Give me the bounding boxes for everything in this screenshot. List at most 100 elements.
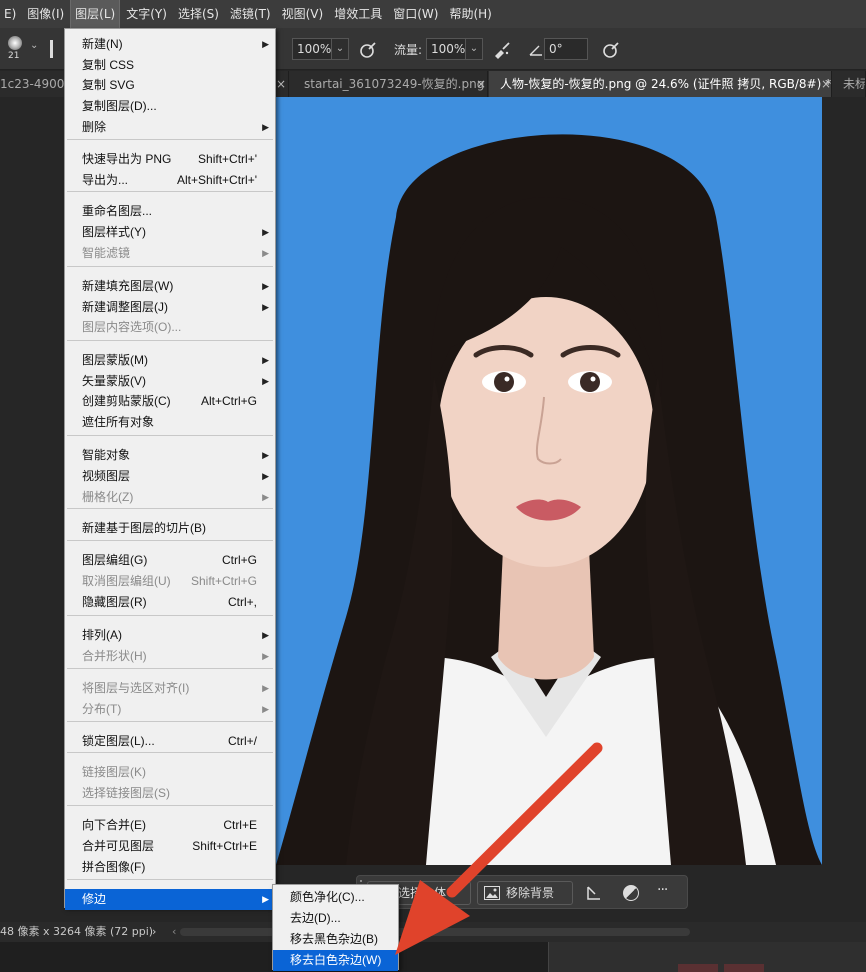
pressure-opacity-icon[interactable]	[358, 40, 378, 60]
menu-item-label: 合并形状(H)	[82, 649, 147, 663]
menu-item[interactable]: 图层样式(Y) ▶	[65, 222, 275, 243]
angle-input[interactable]: 0°	[544, 38, 588, 60]
menu-item[interactable]: 增效工具	[330, 0, 386, 28]
menu-item: 合并形状(H) ▶	[65, 646, 275, 667]
submenu-item[interactable]: 移去黑色杂边(B)	[273, 929, 398, 950]
menu-item-remove-white-matte[interactable]: 移去白色杂边(W)	[273, 950, 398, 971]
tab-label: 人物-恢复的-恢复的.png @ 24.6% (证件照 拷贝, RGB/8#) …	[500, 77, 832, 91]
submenu-item[interactable]: 颜色净化(C)...	[273, 887, 398, 908]
menu-item-shortcut: Ctrl+E	[223, 818, 257, 832]
menu-item[interactable]: 创建剪贴蒙版(C) Alt+Ctrl+G	[65, 391, 275, 412]
transform-icon[interactable]	[585, 884, 603, 902]
menu-item[interactable]: 新建填充图层(W) ▶	[65, 276, 275, 297]
panel-button[interactable]	[678, 964, 718, 972]
flow-dropdown[interactable]: ⌄	[465, 38, 483, 60]
menu-item-label: 智能对象	[82, 448, 131, 462]
panel-area	[0, 942, 866, 972]
tab-document-2[interactable]: startai_361073249-恢复的.png ×	[290, 71, 488, 97]
close-icon[interactable]: ×	[476, 71, 486, 97]
horizontal-scrollbar[interactable]	[180, 928, 690, 936]
menu-item[interactable]: 复制 CSS	[65, 55, 275, 76]
close-icon[interactable]: ×	[821, 71, 831, 97]
menu-item[interactable]: 遮住所有对象	[65, 412, 275, 433]
document-canvas[interactable]	[276, 97, 822, 865]
menu-item[interactable]: 新建调整图层(J) ▶	[65, 297, 275, 318]
menu-item[interactable]: 排列(A) ▶	[65, 625, 275, 646]
menu-item[interactable]: 拼合图像(F)	[65, 857, 275, 878]
menu-item[interactable]: 智能对象 ▶	[65, 445, 275, 466]
tab-document-4[interactable]: 未标	[833, 71, 866, 97]
menu-item[interactable]: 滤镜(T)	[226, 0, 275, 28]
remove-background-button[interactable]: 移除背景	[477, 881, 573, 905]
adjustment-icon[interactable]	[623, 885, 639, 901]
menu-item[interactable]: 复制 SVG	[65, 75, 275, 96]
menu-item-shortcut: Ctrl+,	[227, 595, 257, 609]
menu-item-label: 复制图层(D)...	[82, 99, 157, 113]
menu-item[interactable]: 文字(Y)	[122, 0, 171, 28]
menu-separator	[67, 615, 273, 616]
status-expand-chevron[interactable]: ›	[152, 922, 156, 942]
menu-item[interactable]: 锁定图层(L)... Ctrl+/	[65, 731, 275, 752]
menu-item-shortcut: Ctrl+G	[221, 553, 257, 567]
pressure-size-icon[interactable]	[601, 40, 621, 60]
menu-item-label: 向下合并(E)	[82, 818, 146, 832]
panel-button[interactable]	[724, 964, 764, 972]
menu-item[interactable]: 快速导出为 PNG Shift+Ctrl+'	[65, 149, 275, 170]
submenu-arrow-icon: ▶	[262, 683, 269, 693]
submenu-arrow-icon: ▶	[262, 376, 269, 386]
scroll-left-arrow[interactable]: ‹	[172, 922, 176, 942]
menu-item[interactable]: 图层蒙版(M) ▶	[65, 350, 275, 371]
menu-separator	[67, 805, 273, 806]
menu-item[interactable]: 视图(V)	[278, 0, 328, 28]
brush-settings-icon[interactable]	[50, 40, 64, 58]
submenu-arrow-icon: ▶	[262, 894, 269, 904]
menu-item-label: 导出为...	[82, 173, 129, 187]
menu-item-label: 删除	[82, 120, 107, 134]
menu-item[interactable]: 图像(I)	[23, 0, 68, 28]
menu-item-label: 新建调整图层(J)	[82, 300, 168, 314]
menu-item-matting[interactable]: 修边 ▶	[65, 889, 275, 910]
menu-item[interactable]: 选择(S)	[174, 0, 223, 28]
airbrush-icon[interactable]	[492, 40, 512, 60]
opacity-dropdown[interactable]: ⌄	[331, 38, 349, 60]
menu-item-label: 排列(A)	[82, 628, 122, 642]
menu-item-label: 新建填充图层(W)	[82, 279, 174, 293]
menu-item-label: 图层编组(G)	[82, 553, 148, 567]
menu-item-label: 图层蒙版(M)	[82, 353, 148, 367]
menu-item-label: 拼合图像(F)	[82, 860, 146, 874]
menu-layer-open[interactable]: 图层(L)	[70, 0, 121, 29]
menu-item[interactable]: 导出为... Alt+Shift+Ctrl+'	[65, 170, 275, 191]
menu-item[interactable]: 帮助(H)	[445, 0, 495, 28]
menu-item-label: 修边	[82, 892, 107, 906]
menu-item-shortcut: Shift+Ctrl+'	[198, 152, 257, 166]
menu-item[interactable]: 新建(N) ▶	[65, 34, 275, 55]
submenu-item[interactable]: 去边(D)...	[273, 908, 398, 929]
submenu-arrow-icon: ▶	[262, 630, 269, 640]
menu-item[interactable]: 新建基于图层的切片(B)	[65, 518, 275, 539]
menu-item[interactable]: 窗口(W)	[389, 0, 442, 28]
submenu-arrow-icon: ▶	[262, 471, 269, 481]
menu-item[interactable]: 图层编组(G) Ctrl+G	[65, 550, 275, 571]
menu-item-label: 新建基于图层的切片(B)	[82, 521, 206, 535]
menu-item[interactable]: 向下合并(E) Ctrl+E	[65, 815, 275, 836]
menu-item[interactable]: 隐藏图层(R) Ctrl+,	[65, 592, 275, 613]
brush-tip-icon	[8, 36, 22, 50]
menu-item[interactable]: 删除 ▶	[65, 117, 275, 138]
flow-label: 流量:	[394, 43, 423, 57]
menu-item[interactable]: E)	[0, 0, 20, 28]
menu-item[interactable]: 复制图层(D)...	[65, 96, 275, 117]
submenu-arrow-icon: ▶	[262, 704, 269, 714]
more-options-button[interactable]: ···	[657, 882, 668, 898]
menu-separator	[67, 721, 273, 722]
tab-document-active[interactable]: 人物-恢复的-恢复的.png @ 24.6% (证件照 拷贝, RGB/8#) …	[489, 71, 832, 97]
menu-item[interactable]: 合并可见图层 Shift+Ctrl+E	[65, 836, 275, 857]
menu-separator	[67, 668, 273, 669]
menu-item[interactable]: 重命名图层...	[65, 201, 275, 222]
brush-preset-picker[interactable]: 21 ⌄	[4, 34, 44, 66]
menu-separator	[67, 508, 273, 509]
menu-item[interactable]: 视频图层 ▶	[65, 466, 275, 487]
close-icon[interactable]: ×	[276, 71, 286, 97]
menu-item[interactable]: 矢量蒙版(V) ▶	[65, 371, 275, 392]
submenu-arrow-icon: ▶	[262, 651, 269, 661]
menu-item-shortcut: Shift+Ctrl+G	[190, 574, 257, 588]
